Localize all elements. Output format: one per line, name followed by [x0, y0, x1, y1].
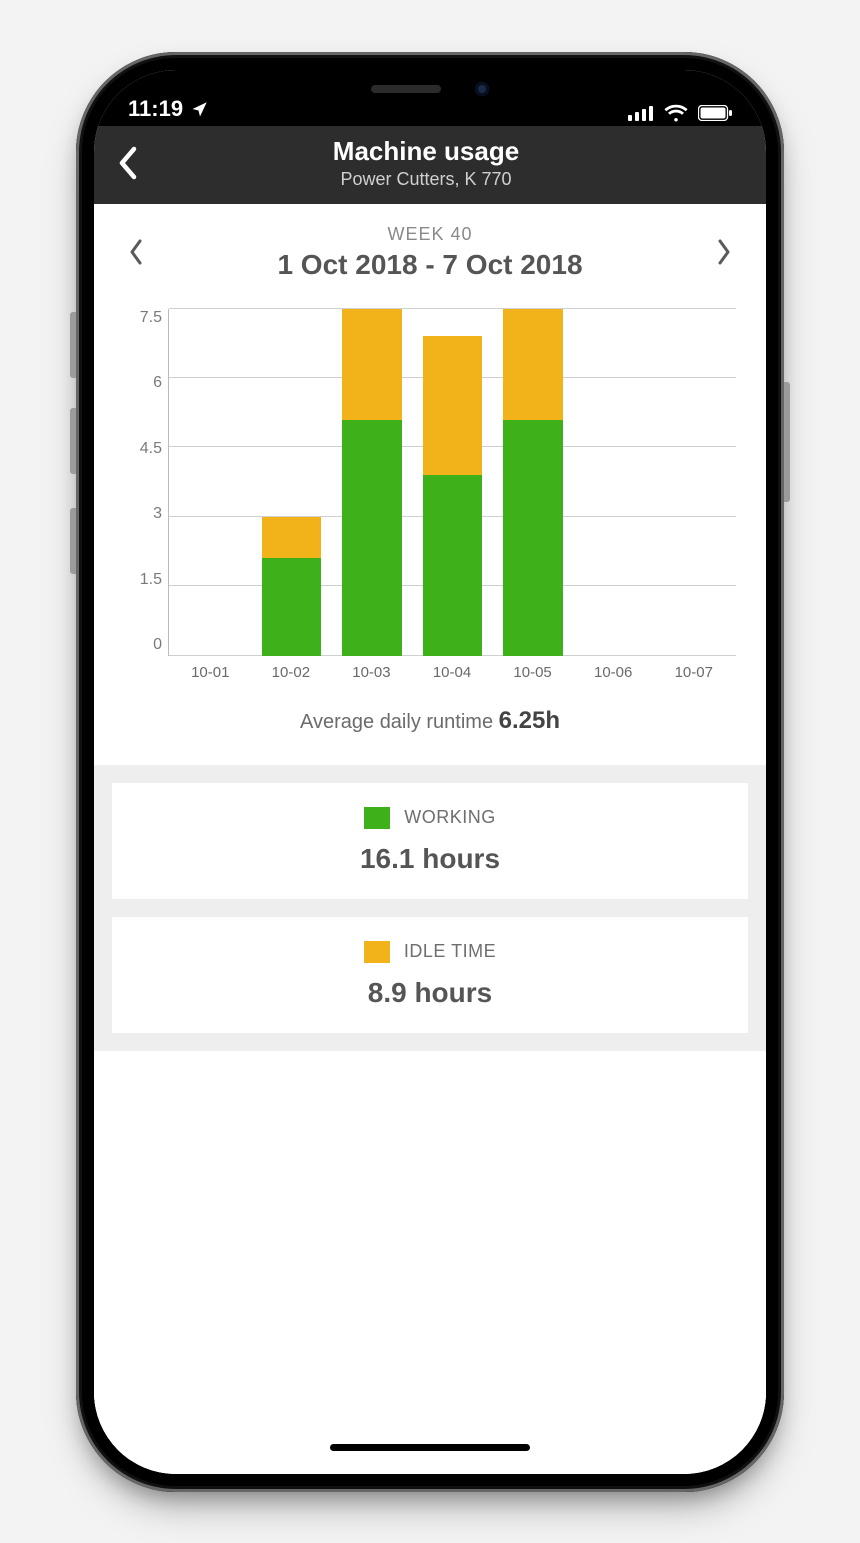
y-axis-tick: 4.5	[124, 440, 162, 458]
bar	[503, 309, 563, 656]
period-center: WEEK 40 1 Oct 2018 - 7 Oct 2018	[158, 224, 702, 281]
y-axis-tick: 3	[124, 505, 162, 523]
next-week-button[interactable]	[702, 230, 746, 274]
x-axis-tick: 10-06	[573, 664, 654, 681]
chevron-right-icon	[716, 238, 732, 266]
wifi-icon	[664, 104, 688, 122]
bar-slot	[654, 309, 734, 656]
bar-segment-working	[342, 420, 402, 656]
nav-header: Machine usage Power Cutters, K 770	[94, 126, 766, 204]
bar	[262, 309, 322, 656]
content-spacer	[94, 1051, 766, 1428]
bar-slot	[332, 309, 412, 656]
bar-segment-working	[423, 475, 483, 655]
content: WEEK 40 1 Oct 2018 - 7 Oct 2018 7.5 6 4.5 3…	[94, 204, 766, 1474]
x-axis-tick: 10-03	[331, 664, 412, 681]
date-range: 1 Oct 2018 - 7 Oct 2018	[158, 249, 702, 281]
bar	[584, 309, 644, 656]
x-axis-tick: 10-01	[170, 664, 251, 681]
x-axis: 10-0110-0210-0310-0410-0510-0610-07	[168, 655, 736, 689]
status-left: 11:19	[128, 96, 209, 122]
bar-slot	[493, 309, 573, 656]
week-label: WEEK 40	[158, 224, 702, 245]
idle-value: 8.9 hours	[122, 977, 738, 1009]
summary-section: WORKING 16.1 hours IDLE TIME 8.9 hours	[94, 765, 766, 1051]
bar-segment-working	[262, 558, 322, 655]
bar-slot	[412, 309, 492, 656]
idle-swatch-icon	[364, 941, 390, 963]
location-arrow-icon	[191, 100, 209, 118]
bar-segment-idle	[423, 336, 483, 475]
idle-summary-card: IDLE TIME 8.9 hours	[112, 917, 748, 1033]
bar-slot	[171, 309, 251, 656]
cellular-signal-icon	[628, 105, 654, 121]
bars	[169, 309, 736, 656]
notch	[280, 70, 580, 108]
x-axis-tick: 10-04	[412, 664, 493, 681]
y-axis: 7.5 6 4.5 3 1.5 0	[124, 309, 168, 689]
bar	[664, 309, 724, 656]
y-axis-tick: 7.5	[124, 309, 162, 327]
working-legend: WORKING	[122, 807, 738, 829]
prev-week-button[interactable]	[114, 230, 158, 274]
working-value: 16.1 hours	[122, 843, 738, 875]
bar-slot	[573, 309, 653, 656]
idle-legend: IDLE TIME	[122, 941, 738, 963]
bar-slot	[251, 309, 331, 656]
idle-label: IDLE TIME	[404, 941, 496, 962]
working-summary-card: WORKING 16.1 hours	[112, 783, 748, 899]
bar-segment-working	[503, 420, 563, 656]
nav-subtitle: Power Cutters, K 770	[102, 169, 750, 190]
status-right	[628, 104, 732, 122]
chart-card: 7.564.531.50 10-0110-0210-0310-0410-0510…	[94, 287, 766, 765]
period-selector: WEEK 40 1 Oct 2018 - 7 Oct 2018	[94, 204, 766, 287]
bar	[423, 309, 483, 656]
battery-icon	[698, 105, 732, 121]
working-label: WORKING	[404, 807, 496, 828]
working-swatch-icon	[364, 807, 390, 829]
status-time: 11:19	[128, 96, 183, 122]
y-axis-tick: 0	[124, 636, 162, 654]
nav-titles: Machine usage Power Cutters, K 770	[102, 136, 750, 190]
y-axis-tick: 1.5	[124, 571, 162, 589]
bar	[181, 309, 241, 656]
home-indicator[interactable]	[330, 1444, 530, 1451]
home-indicator-area	[94, 1428, 766, 1474]
plot-wrap: 10-0110-0210-0310-0410-0510-0610-07	[168, 309, 736, 689]
bar-segment-idle	[342, 309, 402, 420]
front-camera	[475, 82, 489, 96]
nav-title: Machine usage	[102, 136, 750, 167]
plot-area	[168, 309, 736, 656]
average-label: Average daily runtime	[300, 711, 499, 733]
bar	[342, 309, 402, 656]
x-axis-tick: 10-02	[251, 664, 332, 681]
bar-segment-idle	[503, 309, 563, 420]
chevron-left-icon	[128, 238, 144, 266]
x-axis-tick: 10-05	[492, 664, 573, 681]
y-axis-tick: 6	[124, 374, 162, 392]
average-runtime: Average daily runtime 6.25h	[124, 707, 736, 735]
phone-frame: 11:19	[76, 52, 784, 1492]
screen: 11:19	[94, 70, 766, 1474]
bar-segment-idle	[262, 517, 322, 559]
speaker-grill	[371, 85, 441, 93]
usage-chart: 7.564.531.50 10-0110-0210-0310-0410-0510…	[124, 309, 736, 689]
x-axis-tick: 10-07	[653, 664, 734, 681]
average-value: 6.25h	[499, 707, 560, 734]
